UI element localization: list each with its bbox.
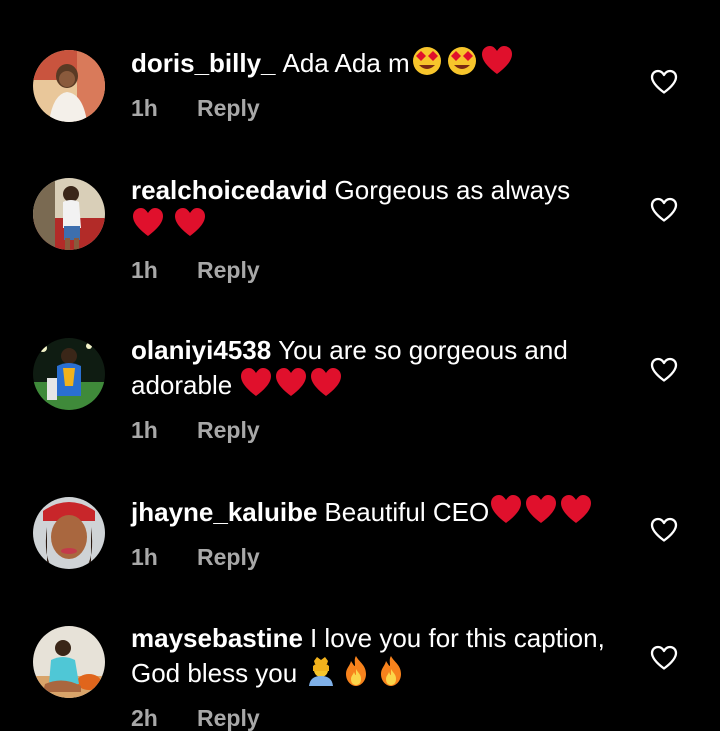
reply-button[interactable]: Reply <box>197 704 260 731</box>
red-heart-emoji <box>480 45 514 77</box>
comment-text: Ada Ada m <box>282 48 410 78</box>
red-heart-emoji <box>131 207 165 239</box>
heart-outline-icon <box>650 517 678 542</box>
comment-text: Gorgeous as always <box>334 175 571 205</box>
reply-button[interactable]: Reply <box>197 543 260 571</box>
avatar[interactable] <box>33 497 105 569</box>
avatar-photo <box>33 497 105 569</box>
like-button[interactable] <box>650 517 678 543</box>
reply-button[interactable]: Reply <box>197 94 260 122</box>
red-heart-emoji <box>489 494 523 526</box>
comment-emojis <box>489 494 594 534</box>
heart-outline-icon <box>650 69 678 94</box>
fire-emoji <box>339 655 373 687</box>
avatar[interactable] <box>33 178 105 250</box>
like-button[interactable] <box>650 357 678 383</box>
comment-emojis <box>304 655 409 695</box>
comment-time: 1h <box>131 417 158 443</box>
heart-outline-icon <box>650 645 678 670</box>
avatar-photo <box>33 626 105 698</box>
reply-button[interactable]: Reply <box>197 416 260 444</box>
comment-emojis <box>131 207 208 247</box>
red-heart-emoji <box>239 367 273 399</box>
heart-outline-icon <box>650 357 678 382</box>
like-button[interactable] <box>650 645 678 671</box>
comment-emojis <box>239 367 344 407</box>
like-button[interactable] <box>650 197 678 223</box>
comment-username[interactable]: olaniyi4538 <box>131 335 271 365</box>
comment-time: 1h <box>131 95 158 121</box>
red-heart-emoji <box>173 207 207 239</box>
avatar[interactable] <box>33 626 105 698</box>
heart-outline-icon <box>650 197 678 222</box>
comment-list: doris_billy_ Ada Ada m 1h Reply realchoi… <box>0 0 720 731</box>
like-button[interactable] <box>650 69 678 95</box>
person-with-crown-emoji <box>304 655 338 687</box>
fire-emoji <box>374 655 408 687</box>
avatar-photo <box>33 178 105 250</box>
comment-username[interactable]: jhayne_kaluibe <box>131 497 317 527</box>
heart-eyes-emoji <box>410 45 444 77</box>
avatar[interactable] <box>33 50 105 122</box>
comment-username[interactable]: maysebastine <box>131 623 303 653</box>
comment-time: 2h <box>131 705 158 731</box>
red-heart-emoji <box>524 494 558 526</box>
avatar-photo <box>33 50 105 122</box>
red-heart-emoji <box>559 494 593 526</box>
red-heart-emoji <box>309 367 343 399</box>
comment-time: 1h <box>131 544 158 570</box>
comment-time: 1h <box>131 257 158 283</box>
avatar-photo <box>33 338 105 410</box>
reply-button[interactable]: Reply <box>197 256 260 284</box>
comment-username[interactable]: realchoicedavid <box>131 175 328 205</box>
comment-emojis <box>410 45 515 85</box>
comment-username[interactable]: doris_billy_ <box>131 48 276 78</box>
heart-eyes-emoji <box>445 45 479 77</box>
avatar[interactable] <box>33 338 105 410</box>
comment-text: Beautiful CEO <box>324 497 490 527</box>
red-heart-emoji <box>274 367 308 399</box>
